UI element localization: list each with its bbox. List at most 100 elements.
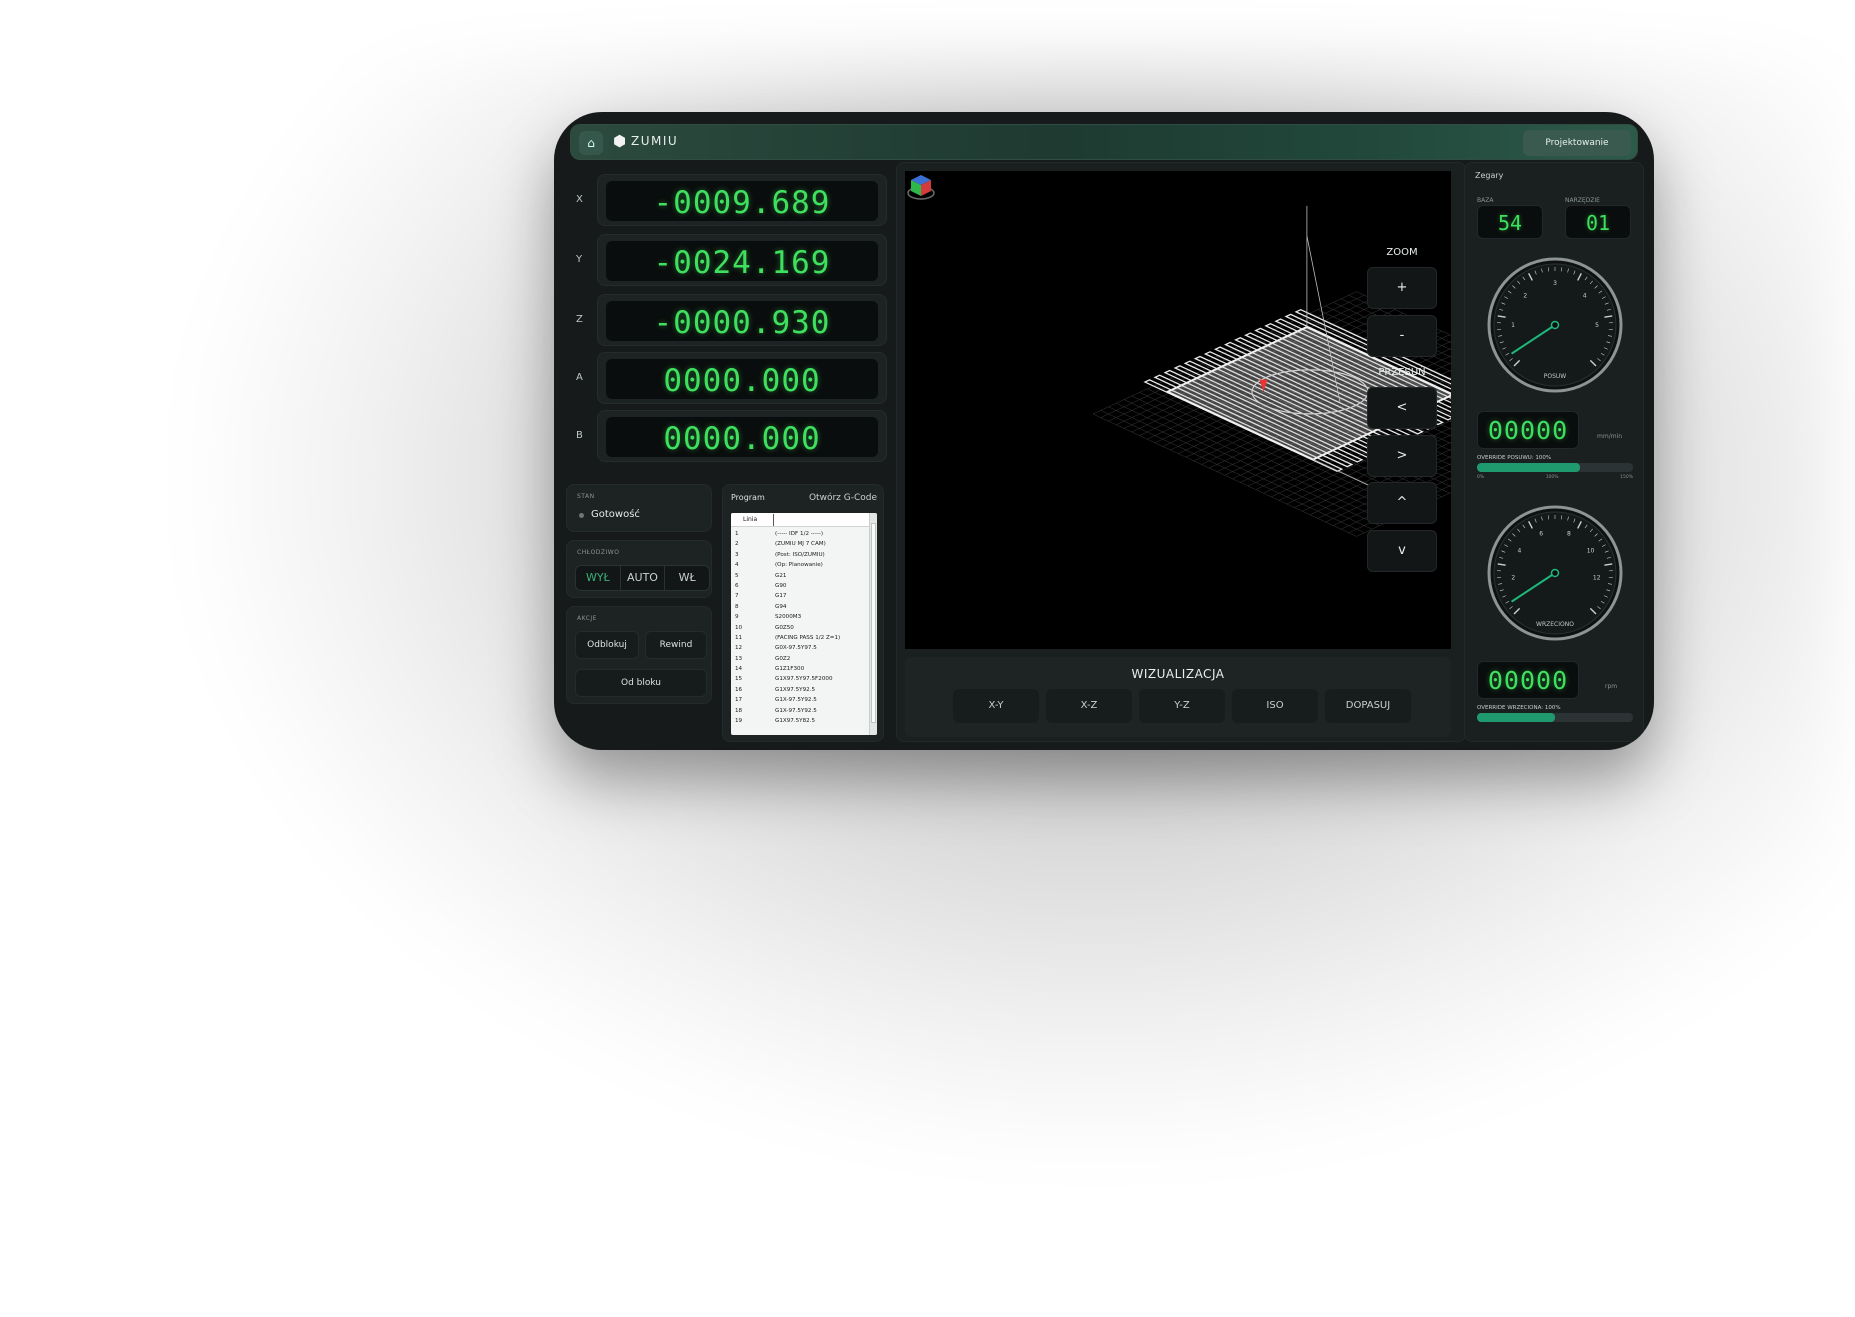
gauge-tick-label: 6 (1539, 530, 1543, 537)
pan-right-button[interactable]: > (1367, 435, 1437, 477)
coolant-title: CHŁODZIWO (577, 549, 620, 556)
gcode-line[interactable]: 15 G1X97.5Y97.5F2000 (731, 674, 869, 684)
spindle-speed-unit: rpm (1605, 683, 1618, 690)
gcode-line-number: 8 (735, 603, 739, 610)
gcode-line[interactable]: 6 G90 (731, 581, 869, 591)
spindle-speed-value: 00000 (1487, 666, 1569, 695)
coolant-auto-button[interactable]: AUTO (621, 566, 666, 590)
gcode-scrollbar[interactable] (869, 513, 877, 735)
gcode-line-number: 16 (735, 686, 743, 693)
pan-left-button[interactable]: < (1367, 387, 1437, 429)
scroll-thumb[interactable] (871, 523, 876, 723)
coolant-on-button[interactable]: WŁ (665, 566, 709, 590)
gcode-line-text: G0X-97.5Y97.5 (775, 645, 817, 652)
gcode-line[interactable]: 5 G21 (731, 571, 869, 581)
from-block-button[interactable]: Od bloku (575, 669, 707, 697)
base-label: BAZA (1477, 197, 1494, 204)
gcode-line[interactable]: 7 G17 (731, 591, 869, 601)
coolant-off-button[interactable]: WYŁ (576, 566, 621, 590)
fit-view-button[interactable]: DOPASUJ (1325, 689, 1411, 723)
status-value: Gotowość (591, 509, 640, 520)
axis-value: -0024.169 (653, 245, 831, 281)
gcode-line-text: G0Z50 (775, 624, 794, 631)
zoom-out-button[interactable]: - (1367, 315, 1437, 357)
gauge-tick-label: 12 (1593, 575, 1601, 582)
base-value: 54 (1497, 211, 1523, 235)
gcode-line-number: 3 (735, 551, 739, 558)
axis-display: -0024.169 (606, 241, 878, 281)
gauge-tick-label: 8 (1567, 530, 1571, 537)
gcode-line[interactable]: 3 (Post: ISO/ZUMIU) (731, 550, 869, 560)
gcode-line[interactable]: 14 G1Z1F300 (731, 664, 869, 674)
gcode-line[interactable]: 16 G1X97.5Y92.5 (731, 685, 869, 695)
gcode-line[interactable]: 4 (Op: Planowanie) (731, 560, 869, 570)
status-card: STAN Gotowość (566, 484, 712, 532)
view-xz-button[interactable]: X-Z (1046, 689, 1132, 723)
view-controls: WIZUALIZACJA X-Y X-Z Y-Z ISO DOPASUJ (905, 657, 1451, 737)
gcode-line[interactable]: 10 G0Z50 (731, 623, 869, 633)
toolpath-viewport[interactable]: ZOOM + - PRZESUŃ < > ^ v (905, 171, 1451, 649)
gcode-line-number: 11 (735, 634, 743, 641)
spindle-speed-display: 00000 (1477, 661, 1579, 699)
axis-display-frame: -0000.930 (597, 294, 887, 346)
axis-label: A (576, 372, 583, 383)
axis-display: -0000.930 (606, 301, 878, 341)
gcode-line-number: 15 (735, 676, 743, 683)
axis-label: Z (576, 314, 583, 325)
feed-rate-value: 00000 (1487, 416, 1569, 445)
axis-display: 0000.000 (606, 417, 878, 457)
status-indicator-icon (579, 513, 584, 518)
design-mode-button[interactable]: Projektowanie (1523, 130, 1631, 156)
line-column-header: Linia (743, 516, 758, 523)
gcode-line[interactable]: 17 G1X-97.5Y92.5 (731, 695, 869, 705)
gcode-line[interactable]: 11 (FACING PASS 1/2 Z=1) (731, 633, 869, 643)
gcode-line-text: G17 (775, 593, 787, 600)
spindle-override-slider[interactable] (1477, 713, 1633, 722)
zoom-in-button[interactable]: + (1367, 267, 1437, 309)
gauge-tick-label: 4 (1518, 548, 1522, 555)
feed-override-slider[interactable] (1477, 463, 1633, 472)
gcode-line-number: 13 (735, 655, 743, 662)
gcode-line-number: 17 (735, 697, 743, 704)
gcode-line[interactable]: 1 (----- IDF 1/2 -----) (731, 529, 869, 539)
pan-down-button[interactable]: v (1367, 530, 1437, 572)
unlock-button[interactable]: Odblokuj (575, 631, 639, 659)
view-iso-button[interactable]: ISO (1232, 689, 1318, 723)
feed-rate-unit: mm/min (1597, 433, 1623, 440)
spindle-gauge: 2 4 6 8 10 12 WRZECIONO (1481, 503, 1629, 651)
override-tick: 0% (1477, 475, 1485, 480)
spindle-override-label: OVERRIDE WRZECIONA: 100% (1477, 705, 1561, 711)
gauge-tick-label: 2 (1511, 575, 1515, 582)
gcode-line[interactable]: 19 G1X97.5Y82.5 (731, 716, 869, 726)
base-display: 54 (1477, 205, 1543, 239)
gcode-line-number: 4 (735, 562, 739, 569)
gcode-line-number: 5 (735, 572, 739, 579)
gcode-line-text: (FACING PASS 1/2 Z=1) (775, 634, 841, 641)
axis-label: B (576, 430, 583, 441)
axis-display-frame: -0009.689 (597, 174, 887, 226)
axis-row-y: Y -0024.169 (562, 234, 887, 286)
axis-label: X (576, 194, 583, 205)
gcode-line[interactable]: 9 S2000M3 (731, 612, 869, 622)
gcode-line[interactable]: 8 G94 (731, 602, 869, 612)
gcode-line[interactable]: 2 (ZUMIU MJ 7 CAM) (731, 539, 869, 549)
axis-row-x: X -0009.689 (562, 174, 887, 226)
home-button[interactable]: ⌂ (579, 131, 603, 155)
gcode-line[interactable]: 18 G1X-97.5Y92.5 (731, 706, 869, 716)
gcode-line-text: G1X97.5Y92.5 (775, 686, 816, 693)
gcode-line[interactable]: 12 G0X-97.5Y97.5 (731, 643, 869, 653)
pan-up-button[interactable]: ^ (1367, 482, 1437, 524)
axis-value: -0009.689 (653, 185, 831, 221)
view-yz-button[interactable]: Y-Z (1139, 689, 1225, 723)
gcode-line[interactable]: 13 G0Z2 (731, 654, 869, 664)
gcode-line-number: 10 (735, 624, 743, 631)
rewind-button[interactable]: Rewind (645, 631, 707, 659)
view-xy-button[interactable]: X-Y (953, 689, 1039, 723)
gcode-listing[interactable]: Linia 1 (----- IDF 1/2 -----) 2 (ZUMIU MJ 7… (731, 513, 877, 735)
gauge-tick-label: 5 (1595, 322, 1599, 329)
axis-cube-icon[interactable] (905, 171, 937, 203)
program-title: Program (731, 493, 765, 502)
gcode-line-number: 7 (735, 593, 739, 600)
open-gcode-button[interactable]: Otwórz G-Code (809, 493, 877, 503)
gcode-line-number: 9 (735, 614, 739, 621)
